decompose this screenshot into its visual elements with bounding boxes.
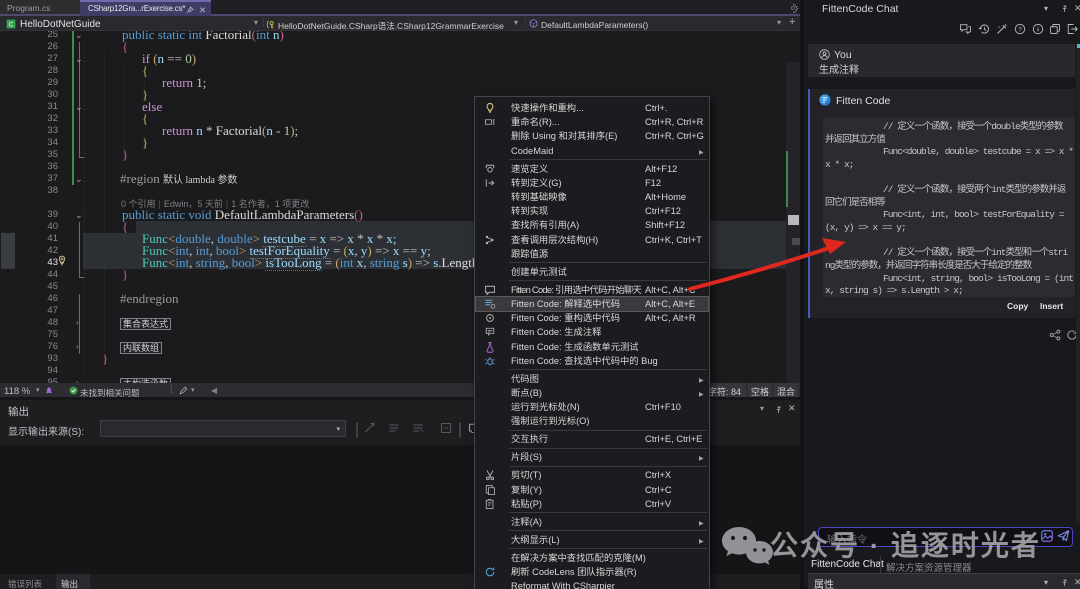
svg-text:?: ? [1018, 26, 1022, 33]
svg-text:C: C [9, 22, 14, 29]
